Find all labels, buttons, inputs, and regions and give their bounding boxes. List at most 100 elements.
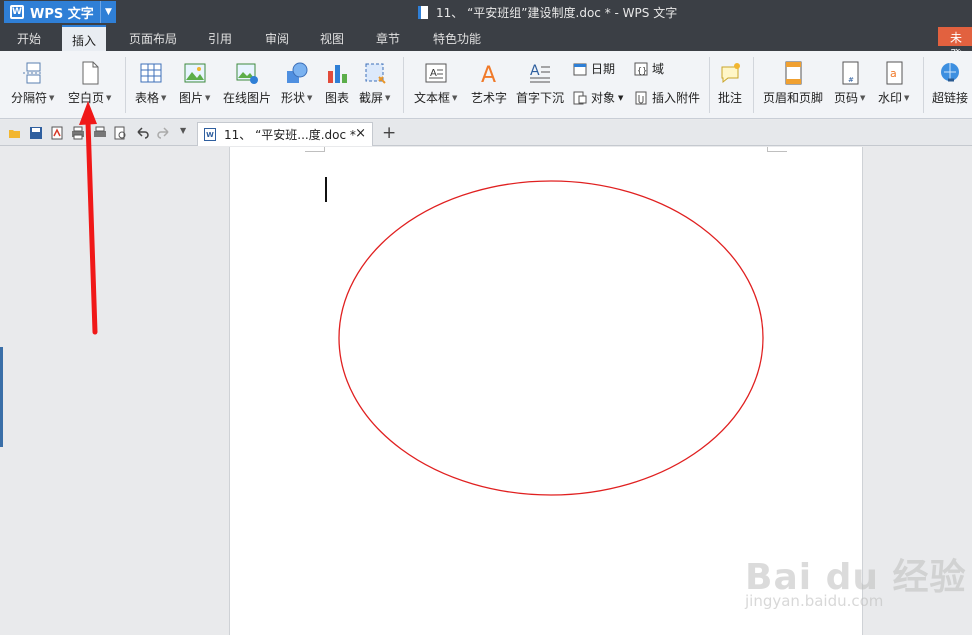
textbox-button[interactable]: A 文本框 ▼	[414, 61, 457, 106]
table-button[interactable]: 表格 ▼	[135, 61, 166, 106]
online-picture-button[interactable]: 在线图片	[223, 61, 271, 106]
online-picture-label: 在线图片	[223, 91, 272, 105]
svg-text:{}: {}	[637, 66, 647, 75]
page-number-label: 页码	[834, 91, 859, 105]
date-button[interactable]: 日期	[573, 60, 615, 77]
wps-logo-icon: W	[10, 5, 24, 19]
redo-icon[interactable]	[157, 126, 171, 140]
app-menu-dropdown-icon[interactable]: ▼	[100, 1, 116, 23]
folder-open-icon[interactable]	[8, 126, 22, 140]
shape-icon	[285, 61, 309, 85]
object-button[interactable]: 对象 ▼	[573, 89, 623, 106]
svg-text:a: a	[890, 67, 897, 80]
calendar-icon	[573, 63, 587, 75]
header-footer-button[interactable]: 页眉和页脚	[763, 61, 823, 106]
screenshot-button[interactable]: 截屏 ▼	[359, 61, 390, 106]
attachment-icon	[635, 91, 647, 104]
ellipse-shape[interactable]	[338, 180, 766, 500]
ribbon-separator	[709, 57, 710, 113]
picture-button[interactable]: 图片 ▼	[179, 61, 210, 106]
picture-label: 图片	[179, 91, 204, 105]
tab-references[interactable]: 引用	[208, 30, 232, 47]
chart-button[interactable]: 图表	[325, 61, 349, 106]
svg-text:A: A	[530, 63, 540, 79]
tab-review[interactable]: 审阅	[265, 30, 289, 47]
shape-button[interactable]: 形状 ▼	[281, 61, 312, 106]
blank-page-label: 空白页	[68, 91, 105, 105]
tab-home[interactable]: 开始	[17, 30, 41, 47]
tab-insert[interactable]: 插入	[62, 25, 107, 51]
header-footer-icon	[781, 61, 805, 85]
page-break-label: 分隔符	[11, 91, 48, 105]
undo-icon[interactable]	[135, 126, 149, 140]
svg-text:#: #	[848, 76, 854, 84]
page-corner-mark	[767, 147, 787, 152]
drop-cap-icon: A	[528, 61, 552, 85]
tab-chapter[interactable]: 章节	[376, 30, 400, 47]
drop-cap-button[interactable]: A 首字下沉	[516, 61, 564, 106]
hyperlink-icon	[938, 61, 962, 85]
word-doc-icon: W	[204, 128, 216, 141]
preview-icon[interactable]	[113, 126, 127, 140]
blank-page-icon	[78, 61, 102, 85]
textbox-icon: A	[424, 61, 448, 85]
ribbon-separator	[125, 57, 126, 113]
field-icon: {}	[634, 62, 648, 75]
ribbon-separator	[753, 57, 754, 113]
field-button[interactable]: {} 域	[634, 60, 664, 77]
chart-label: 图表	[325, 91, 350, 105]
chart-icon	[325, 61, 349, 85]
table-label: 表格	[135, 91, 160, 105]
watermark-icon: a	[882, 61, 906, 85]
window-title-text: 11、 “平安班组”建设制度.doc * - WPS 文字	[436, 6, 678, 20]
watermark-label: 水印	[878, 91, 903, 105]
tab-special-features[interactable]: 特色功能	[433, 30, 481, 47]
drop-cap-label: 首字下沉	[516, 91, 565, 105]
shape-label: 形状	[281, 91, 306, 105]
ribbon-separator	[403, 57, 404, 113]
object-icon	[573, 91, 587, 104]
print-icon[interactable]	[71, 126, 85, 140]
login-button[interactable]: 未登	[938, 27, 972, 62]
watermark-button[interactable]: a 水印 ▼	[878, 61, 909, 106]
insert-attachment-button[interactable]: 插入附件	[634, 89, 700, 106]
menu-tabs: 开始 插入 页面布局 引用 审阅 视图 章节 特色功能 未登	[0, 25, 972, 62]
app-menu-button[interactable]: W WPS 文字 ▼	[4, 1, 116, 23]
tab-page-layout[interactable]: 页面布局	[129, 30, 177, 47]
wordart-icon: A	[477, 61, 501, 88]
text-cursor	[325, 177, 327, 202]
pdf-icon[interactable]	[50, 126, 64, 140]
ribbon-separator	[923, 57, 924, 113]
insert-ribbon: 分隔符 ▼ 空白页 ▼ 表格 ▼ 图片 ▼ 在线图片 形状 ▼ 图表 截屏 ▼ …	[0, 51, 972, 119]
title-bar: W WPS 文字 ▼ 11、 “平安班组”建设制度.doc * - WPS 文字	[0, 0, 972, 25]
picture-icon	[183, 61, 207, 85]
blank-page-button[interactable]: 空白页 ▼	[68, 61, 111, 106]
watermark-url: jingyan.baidu.com	[745, 592, 884, 610]
hyperlink-button[interactable]: 超链接	[932, 61, 968, 106]
page-number-icon: #	[838, 61, 862, 85]
page-break-icon	[21, 61, 45, 85]
table-icon	[139, 61, 163, 85]
page-break-button[interactable]: 分隔符 ▼	[11, 61, 54, 106]
hyperlink-label: 超链接	[932, 91, 969, 105]
tab-view[interactable]: 视图	[320, 30, 344, 47]
baidu-jingyan-watermark: Bai du 经验 jingyan.baidu.com	[745, 548, 967, 610]
header-footer-label: 页眉和页脚	[763, 91, 824, 105]
attachment-label: 插入附件	[652, 91, 701, 105]
wordart-button[interactable]: A 艺术字	[471, 61, 507, 106]
print-preview-icon[interactable]	[93, 126, 107, 140]
svg-text:A: A	[481, 63, 496, 85]
window-title: 11、 “平安班组”建设制度.doc * - WPS 文字	[418, 4, 677, 21]
customize-dropdown-icon[interactable]: ▼	[180, 126, 194, 140]
close-tab-icon[interactable]: ×	[355, 126, 366, 141]
document-tab[interactable]: W 11、 “平安班...度.doc * ×	[197, 122, 373, 146]
new-tab-button[interactable]: +	[382, 123, 396, 143]
save-icon[interactable]	[29, 126, 43, 140]
comment-button[interactable]: 批注	[718, 61, 742, 106]
svg-text:A: A	[430, 68, 437, 79]
page-number-button[interactable]: # 页码 ▼	[834, 61, 865, 106]
document-icon	[418, 6, 428, 19]
screenshot-icon	[363, 61, 387, 85]
page-corner-mark	[305, 147, 325, 152]
date-label: 日期	[591, 62, 616, 76]
